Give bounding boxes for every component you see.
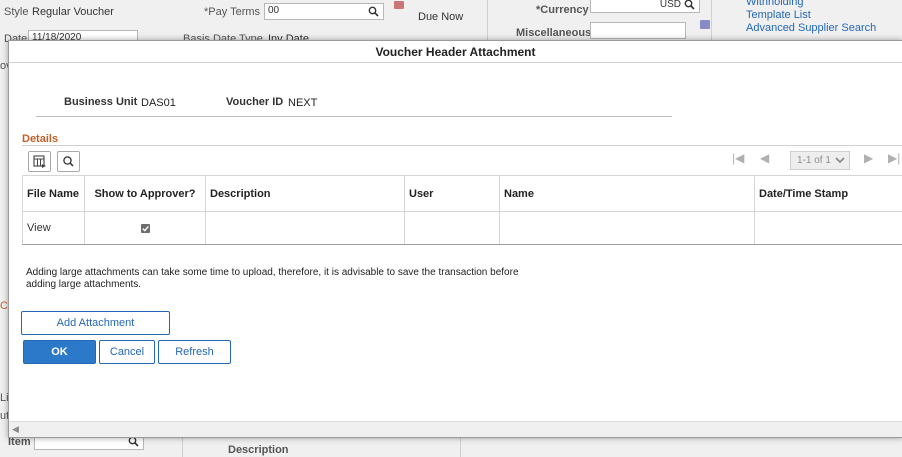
find-button[interactable] xyxy=(57,151,80,172)
voucher-header-attachment-dialog: Voucher Header Attachment Business Unit … xyxy=(8,40,902,438)
first-page-icon[interactable]: |◀ xyxy=(732,151,744,170)
last-page-icon[interactable]: ▶| xyxy=(888,151,900,170)
business-unit-label: Business Unit xyxy=(64,96,138,108)
check-icon xyxy=(141,225,149,232)
pay-terms-label: *Pay Terms xyxy=(204,6,261,18)
header-divider xyxy=(36,116,672,117)
pay-terms-value: 00 xyxy=(268,5,280,16)
advanced-supplier-search-link[interactable]: Advanced Supplier Search xyxy=(746,22,876,34)
grid-settings-icon xyxy=(33,155,46,168)
attachments-table: File Name Show to Approver? Description … xyxy=(22,175,902,245)
next-page-icon[interactable]: ▶ xyxy=(864,151,873,170)
miscellaneous-input[interactable] xyxy=(590,22,686,39)
column-header-user: User xyxy=(404,175,500,212)
table-row: View xyxy=(22,211,902,245)
personalize-grid-button[interactable] xyxy=(28,151,51,172)
dialog-title: Voucher Header Attachment xyxy=(9,41,902,63)
search-icon[interactable] xyxy=(684,0,695,10)
withholding-link[interactable]: Withholding xyxy=(746,0,803,8)
table-header-row: File Name Show to Approver? Description … xyxy=(22,175,902,212)
divider xyxy=(487,0,488,40)
business-unit-value: DAS01 xyxy=(141,97,176,109)
add-attachment-button[interactable]: Add Attachment xyxy=(21,311,170,335)
grid-toolbar: |◀ ◀ 1-1 of 1 ▶ ▶| xyxy=(22,145,902,175)
ok-button[interactable]: OK xyxy=(23,340,96,364)
cancel-button[interactable]: Cancel xyxy=(99,340,155,364)
pay-terms-input[interactable]: 00 xyxy=(264,3,384,20)
calculator-icon[interactable] xyxy=(700,20,710,29)
currency-input[interactable]: USD xyxy=(590,0,700,13)
chevron-down-icon xyxy=(835,157,845,164)
description-cell xyxy=(205,211,405,245)
miscellaneous-label: Miscellaneous xyxy=(516,27,592,39)
style-label: Style xyxy=(4,6,29,18)
show-to-approver-cell xyxy=(84,211,206,245)
calendar-icon[interactable] xyxy=(394,1,404,9)
page-range-text: 1-1 of 1 xyxy=(797,155,831,166)
template-list-link[interactable]: Template List xyxy=(746,9,811,21)
page-range-select[interactable]: 1-1 of 1 xyxy=(790,151,850,170)
column-header-file-name: File Name xyxy=(22,175,85,212)
refresh-button[interactable]: Refresh xyxy=(158,340,231,364)
column-header-name: Name xyxy=(499,175,755,212)
column-header-datetime-stamp: Date/Time Stamp xyxy=(754,175,902,212)
details-section-title: Details xyxy=(22,133,59,145)
description-label: Description xyxy=(228,444,289,456)
divider xyxy=(460,438,461,457)
column-header-description: Description xyxy=(205,175,405,212)
attachment-size-note: Adding large attachments can take some t… xyxy=(26,267,519,290)
search-icon xyxy=(63,156,74,167)
file-name-cell[interactable]: View xyxy=(22,211,85,245)
horizontal-scrollbar[interactable]: ◀ xyxy=(9,421,902,437)
name-cell xyxy=(499,211,755,245)
datetime-cell xyxy=(754,211,902,245)
style-value: Regular Voucher xyxy=(32,6,114,18)
currency-label: *Currency xyxy=(536,4,589,16)
divider xyxy=(711,0,712,40)
voucher-id-value: NEXT xyxy=(288,97,318,109)
currency-value: USD xyxy=(659,0,681,10)
previous-page-icon[interactable]: ◀ xyxy=(760,151,769,170)
scroll-left-icon[interactable]: ◀ xyxy=(12,424,19,435)
divider xyxy=(182,438,183,457)
user-cell xyxy=(404,211,500,245)
due-now-text: Due Now xyxy=(418,11,464,23)
search-icon[interactable] xyxy=(368,6,379,17)
voucher-id-label: Voucher ID xyxy=(226,96,284,108)
show-to-approver-checkbox[interactable] xyxy=(140,223,150,233)
column-header-show-to-approver: Show to Approver? xyxy=(84,175,206,212)
